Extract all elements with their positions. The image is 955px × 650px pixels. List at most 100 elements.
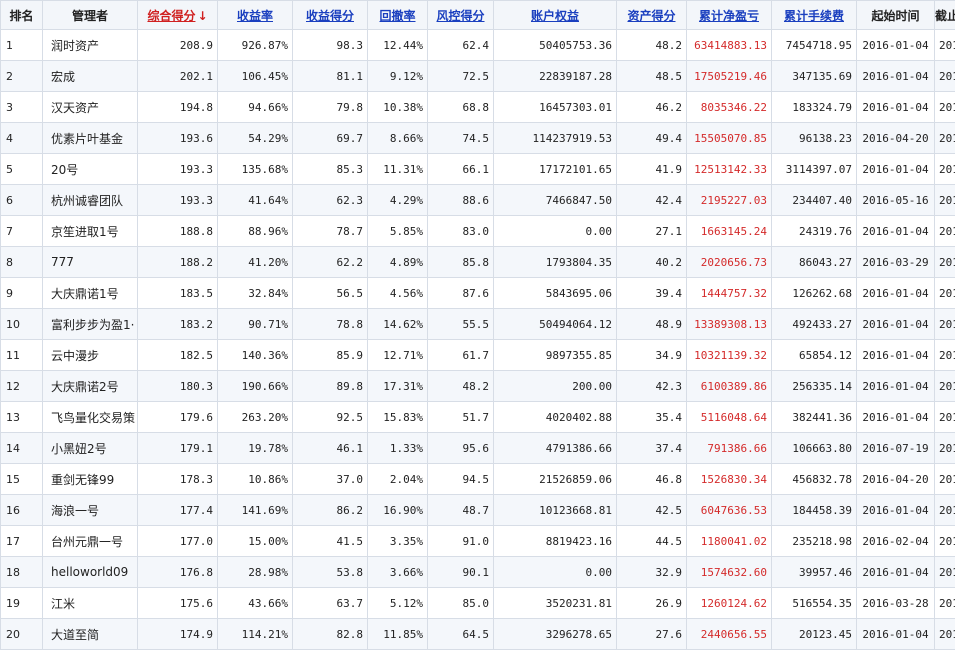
cell-cum-profit: 1260124.62 — [687, 588, 772, 619]
cell-start-date: 2016-01-04 — [857, 92, 935, 123]
cell-cum-profit: 1574632.60 — [687, 557, 772, 588]
cell-return-score: 41.5 — [293, 526, 368, 557]
sort-link-cum-profit[interactable]: 累计净盈亏 — [699, 9, 759, 23]
cell-return-rate: 106.45% — [218, 61, 293, 92]
cell-return-score: 69.7 — [293, 123, 368, 154]
cell-manager-name: 海浪一号 — [43, 495, 138, 526]
header-risk-score[interactable]: 风控得分 — [428, 1, 494, 30]
cell-rank: 5 — [1, 154, 43, 185]
cell-start-date: 2016-01-04 — [857, 154, 935, 185]
cell-risk-score: 72.5 — [428, 61, 494, 92]
cell-end-date: 2016-12-15 — [935, 371, 955, 402]
cell-asset-score: 40.2 — [617, 247, 687, 278]
cell-equity: 4791386.66 — [494, 433, 617, 464]
sort-link-asset-score[interactable]: 资产得分 — [627, 9, 675, 23]
cell-cum-profit: 791386.66 — [687, 433, 772, 464]
cell-asset-score: 42.3 — [617, 371, 687, 402]
cell-rank: 14 — [1, 433, 43, 464]
sort-link-drawdown[interactable]: 回撤率 — [379, 9, 415, 23]
cell-start-date: 2016-01-04 — [857, 216, 935, 247]
cell-cum-fee: 7454718.95 — [772, 30, 857, 61]
cell-risk-score: 68.8 — [428, 92, 494, 123]
cell-asset-score: 34.9 — [617, 340, 687, 371]
cell-equity: 9897355.85 — [494, 340, 617, 371]
table-row: 15重剑无锋99178.310.86%37.02.04%94.521526859… — [1, 464, 955, 495]
cell-manager-name: 汉天资产 — [43, 92, 138, 123]
header-equity[interactable]: 账户权益 — [494, 1, 617, 30]
cell-composite-score: 176.8 — [138, 557, 218, 588]
cell-asset-score: 26.9 — [617, 588, 687, 619]
cell-cum-fee: 492433.27 — [772, 309, 857, 340]
cell-asset-score: 48.5 — [617, 61, 687, 92]
header-asset-score[interactable]: 资产得分 — [617, 1, 687, 30]
cell-drawdown: 16.90% — [368, 495, 428, 526]
cell-risk-score: 87.6 — [428, 278, 494, 309]
cell-composite-score: 183.2 — [138, 309, 218, 340]
cell-return-score: 85.9 — [293, 340, 368, 371]
cell-asset-score: 49.4 — [617, 123, 687, 154]
cell-cum-fee: 86043.27 — [772, 247, 857, 278]
cell-drawdown: 17.31% — [368, 371, 428, 402]
cell-end-date: 2016-03-28 — [935, 278, 955, 309]
table-body: 1润时资产208.9926.87%98.312.44%62.450405753.… — [1, 30, 955, 650]
cell-risk-score: 88.6 — [428, 185, 494, 216]
table-row: 7京笙进取1号188.888.96%78.75.85%83.00.0027.11… — [1, 216, 955, 247]
sort-link-composite-score[interactable]: 综合得分 — [147, 9, 195, 23]
cell-risk-score: 90.1 — [428, 557, 494, 588]
cell-risk-score: 85.0 — [428, 588, 494, 619]
cell-asset-score: 42.4 — [617, 185, 687, 216]
cell-risk-score: 61.7 — [428, 340, 494, 371]
header-cum-fee[interactable]: 累计手续费 — [772, 1, 857, 30]
cell-cum-profit: 5116048.64 — [687, 402, 772, 433]
header-drawdown[interactable]: 回撤率 — [368, 1, 428, 30]
cell-return-rate: 10.86% — [218, 464, 293, 495]
cell-composite-score: 188.8 — [138, 216, 218, 247]
cell-manager-name: 优素片叶基金 — [43, 123, 138, 154]
sort-link-risk-score[interactable]: 风控得分 — [436, 9, 484, 23]
cell-equity: 16457303.01 — [494, 92, 617, 123]
cell-start-date: 2016-01-04 — [857, 557, 935, 588]
cell-manager-name: 777 — [43, 247, 138, 278]
header-rank: 排名 — [1, 1, 43, 30]
cell-return-rate: 926.87% — [218, 30, 293, 61]
cell-manager-name: 小黑妞2号 — [43, 433, 138, 464]
header-cum-profit[interactable]: 累计净盈亏 — [687, 1, 772, 30]
cell-cum-fee: 3114397.07 — [772, 154, 857, 185]
cell-return-score: 86.2 — [293, 495, 368, 526]
header-start-date: 起始时间 — [857, 1, 935, 30]
sort-link-return-rate[interactable]: 收益率 — [237, 9, 273, 23]
header-end-date: 截止时间 — [935, 1, 955, 30]
cell-cum-fee: 235218.98 — [772, 526, 857, 557]
cell-end-date: 2016-12-15 — [935, 340, 955, 371]
cell-start-date: 2016-01-04 — [857, 340, 935, 371]
cell-end-date: 2016-11-17 — [935, 123, 955, 154]
cell-drawdown: 4.56% — [368, 278, 428, 309]
cell-equity: 0.00 — [494, 557, 617, 588]
cell-drawdown: 3.66% — [368, 557, 428, 588]
header-return-score[interactable]: 收益得分 — [293, 1, 368, 30]
cell-rank: 2 — [1, 61, 43, 92]
cell-return-rate: 41.20% — [218, 247, 293, 278]
cell-return-score: 56.5 — [293, 278, 368, 309]
sort-link-cum-fee[interactable]: 累计手续费 — [784, 9, 844, 23]
sort-link-equity[interactable]: 账户权益 — [531, 9, 579, 23]
cell-drawdown: 1.33% — [368, 433, 428, 464]
cell-composite-score: 188.2 — [138, 247, 218, 278]
cell-return-score: 62.3 — [293, 185, 368, 216]
cell-start-date: 2016-01-04 — [857, 61, 935, 92]
sort-link-return-score[interactable]: 收益得分 — [306, 9, 354, 23]
cell-end-date: 2016-12-15 — [935, 495, 955, 526]
header-return-rate[interactable]: 收益率 — [218, 1, 293, 30]
cell-cum-profit: 12513142.33 — [687, 154, 772, 185]
cell-drawdown: 11.31% — [368, 154, 428, 185]
cell-composite-score: 180.3 — [138, 371, 218, 402]
cell-equity: 50494064.12 — [494, 309, 617, 340]
cell-composite-score: 194.8 — [138, 92, 218, 123]
cell-start-date: 2016-01-04 — [857, 278, 935, 309]
cell-return-rate: 263.20% — [218, 402, 293, 433]
cell-rank: 4 — [1, 123, 43, 154]
cell-return-rate: 19.78% — [218, 433, 293, 464]
cell-manager-name: 杭州诚睿团队 — [43, 185, 138, 216]
cell-return-rate: 15.00% — [218, 526, 293, 557]
header-composite-score[interactable]: 综合得分↓ — [138, 1, 218, 30]
